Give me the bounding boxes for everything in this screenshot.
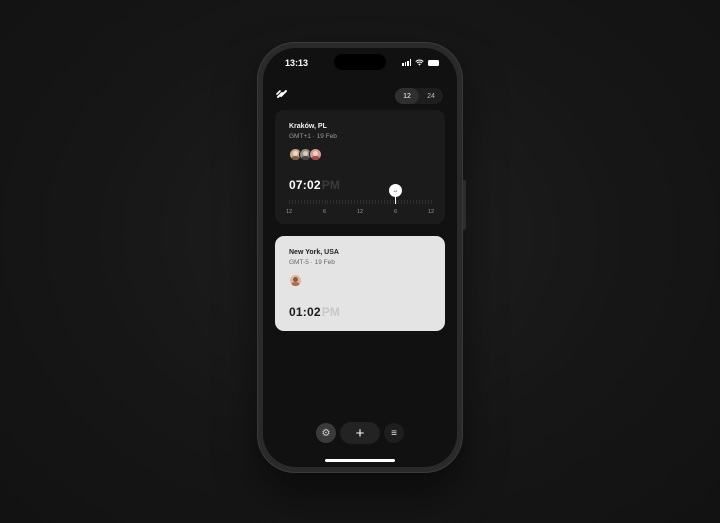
time-scrubber[interactable]: ↔: [389, 184, 403, 206]
timeline-tick: [371, 200, 373, 204]
ampm-label: PM: [321, 305, 341, 319]
city-name: New York, USA: [289, 249, 339, 256]
timeline-tick: [333, 200, 335, 204]
app-screen: 13:13 12 24 Kraków, PL GMT+1 · 19 Feb 07…: [263, 48, 457, 467]
timeline-tick: [425, 200, 427, 204]
bottom-toolbar: ⚙ + ≡: [263, 421, 457, 445]
settings-icon[interactable]: ⚙: [316, 423, 336, 443]
timeline-tick: [303, 200, 305, 204]
timeline-tick: [407, 200, 409, 204]
timeline-tick: [368, 200, 370, 204]
status-icons: [402, 59, 439, 66]
timeline-tick: [380, 200, 382, 204]
format-12-option[interactable]: 12: [395, 88, 419, 104]
timeline-tick: [383, 200, 385, 204]
timeline-tick: [348, 200, 350, 204]
home-indicator[interactable]: [325, 459, 395, 462]
timeline-tick: [336, 200, 338, 204]
avatar: [309, 148, 322, 161]
timeline-tick: [354, 200, 356, 204]
local-time: 07:02PM: [289, 178, 340, 192]
axis-label: 6: [322, 209, 327, 215]
timeline-tick: [300, 200, 302, 204]
timeline-tick: [416, 200, 418, 204]
timeline-tick: [309, 200, 311, 204]
wifi-icon: [415, 59, 424, 66]
timezone-card-krakow[interactable]: Kraków, PL GMT+1 · 19 Feb 07:02PM ↔ 12 6…: [275, 110, 445, 224]
timeline-tick: [318, 200, 320, 204]
timeline-axis-labels: 12 6 12 6 12: [285, 209, 435, 217]
timeline-tick: [428, 200, 430, 204]
timeline-tick: [365, 200, 367, 204]
timeline-tick: [360, 200, 361, 204]
timezone-card-new-york[interactable]: New York, USA GMT-5 · 19 Feb 01:02PM: [275, 236, 445, 331]
timeline-tick: [404, 200, 406, 204]
timeline-tick: [315, 200, 317, 204]
timeline-tick: [357, 200, 359, 204]
timezone-meta: GMT+1 · 19 Feb: [289, 133, 337, 140]
axis-label: 12: [285, 209, 293, 215]
timeline-tick: [351, 200, 353, 204]
scrubber-stem: [395, 197, 396, 204]
menu-icon[interactable]: ≡: [384, 423, 404, 443]
axis-label: 12: [427, 209, 435, 215]
timeline-tick: [431, 200, 432, 204]
timeline-tick: [312, 200, 314, 204]
phone-frame: 13:13 12 24 Kraków, PL GMT+1 · 19 Feb 07…: [257, 42, 463, 473]
timeline-tick: [410, 200, 412, 204]
avatar-group: [289, 274, 302, 287]
timeline-tick: [306, 200, 308, 204]
ampm-label: PM: [321, 178, 341, 192]
timeline-tick: [422, 200, 424, 204]
time-value: 07:02: [289, 178, 321, 192]
timeline-tick: [345, 200, 347, 204]
format-24-option[interactable]: 24: [419, 88, 443, 104]
timeline-tick: [342, 200, 344, 204]
timeline-tick: [386, 200, 388, 204]
timeline-tick: [377, 200, 379, 204]
timezone-meta: GMT-5 · 19 Feb: [289, 259, 335, 266]
timeline-tick: [330, 200, 332, 204]
timeline-tick: [321, 200, 323, 204]
timeline-tick: [362, 200, 364, 204]
status-time: 13:13: [285, 58, 309, 68]
add-timezone-button[interactable]: +: [340, 422, 380, 444]
avatar: [289, 274, 302, 287]
timeline-tick: [413, 200, 415, 204]
timeline-tick: [324, 200, 326, 204]
city-name: Kraków, PL: [289, 123, 327, 130]
cellular-signal-icon: [402, 59, 411, 66]
day-timeline[interactable]: [289, 200, 432, 204]
axis-label: 6: [393, 209, 398, 215]
timeline-tick: [374, 200, 376, 204]
timeline-tick: [294, 200, 296, 204]
battery-icon: [428, 59, 439, 66]
time-format-toggle[interactable]: 12 24: [395, 88, 443, 104]
phone-side-button: [463, 180, 466, 230]
sunrise-logo-icon: [276, 88, 288, 103]
timeline-tick: [419, 200, 421, 204]
axis-label: 12: [356, 209, 364, 215]
time-value: 01:02: [289, 305, 321, 319]
local-time: 01:02PM: [289, 305, 340, 319]
avatar-group: [289, 148, 322, 161]
timeline-tick: [297, 200, 299, 204]
timeline-tick: [289, 200, 290, 204]
dynamic-island: [334, 54, 386, 70]
scrubber-handle-icon[interactable]: ↔: [389, 184, 402, 197]
timeline-tick: [339, 200, 341, 204]
timeline-tick: [327, 200, 329, 204]
timeline-tick: [291, 200, 293, 204]
